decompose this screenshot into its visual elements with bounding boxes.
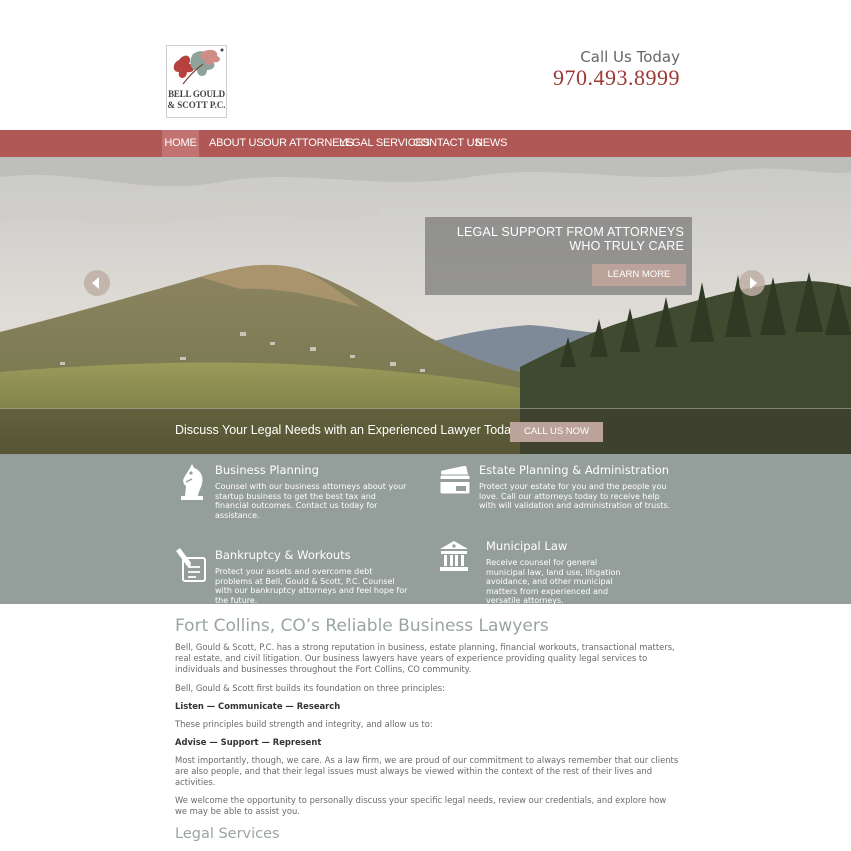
nav-item-contact-us[interactable]: CONTACT US — [413, 130, 482, 157]
main-nav: HOME ABOUT US OUR ATTORNEYS LEGAL SERVIC… — [0, 130, 851, 157]
logo-text-line2: & SCOTT P.C. — [167, 100, 226, 110]
document-pen-icon — [176, 548, 206, 582]
slider-next-arrow-icon[interactable] — [739, 270, 765, 296]
welcome-paragraph: We welcome the opportunity to personally… — [175, 795, 667, 816]
call-us-now-button[interactable]: CALL US NOW — [510, 422, 603, 442]
legal-services-heading: Legal Services — [175, 826, 280, 842]
nav-item-about-us[interactable]: ABOUT US — [209, 130, 264, 157]
learn-more-button[interactable]: LEARN MORE — [592, 264, 686, 286]
service-title[interactable]: Business Planning — [215, 463, 319, 477]
service-desc: Counsel with our business attorneys abou… — [215, 482, 407, 520]
cta-band: Discuss Your Legal Needs with an Experie… — [0, 408, 851, 454]
service-desc: Protect your assets and overcome debt pr… — [215, 567, 408, 605]
phone-number[interactable]: 970.493.8999 — [553, 65, 680, 91]
slider-prev-arrow-icon[interactable] — [84, 270, 110, 296]
call-us-label: Call Us Today — [580, 48, 680, 66]
service-title[interactable]: Municipal Law — [486, 539, 567, 553]
municipal-building-icon — [440, 541, 468, 571]
services-band: Business Planning Counsel with our busin… — [0, 454, 851, 606]
hero-caption-card: LEGAL SUPPORT FROM ATTORNEYS WHO TRULY C… — [425, 217, 692, 295]
service-desc: Receive counsel for general municipal la… — [486, 558, 621, 606]
services-list: Advise — Support — Represent — [175, 737, 322, 747]
page-title: Fort Collins, CO’s Reliable Business Law… — [175, 616, 549, 636]
oak-leaf-logo-mark — [173, 48, 224, 85]
principles-list: Listen — Communicate — Research — [175, 701, 341, 711]
hero-slider: LEGAL SUPPORT FROM ATTORNEYS WHO TRULY C… — [0, 157, 851, 454]
nav-item-home[interactable]: HOME — [162, 130, 199, 157]
service-title[interactable]: Bankruptcy & Workouts — [215, 548, 351, 562]
service-title[interactable]: Estate Planning & Administration — [479, 463, 669, 477]
logo-text-line1: BELL GOULD — [168, 89, 225, 99]
credit-card-icon — [439, 466, 471, 495]
logo[interactable]: BELL GOULD & SCOTT P.C. — [166, 45, 227, 118]
nav-item-news[interactable]: NEWS — [475, 130, 507, 157]
intro-paragraph: Bell, Gould & Scott, P.C. has a strong r… — [175, 642, 675, 674]
principles-intro: Bell, Gould & Scott first builds its fou… — [175, 683, 445, 693]
care-paragraph: Most importantly, though, we care. As a … — [175, 755, 679, 787]
hero-title: LEGAL SUPPORT FROM ATTORNEYS WHO TRULY C… — [456, 225, 684, 253]
cta-text: Discuss Your Legal Needs with an Experie… — [175, 423, 518, 437]
principles-outcome: These principles build strength and inte… — [175, 719, 433, 729]
service-desc: Protect your estate for you and the peop… — [479, 482, 671, 511]
chess-knight-icon — [181, 464, 203, 500]
